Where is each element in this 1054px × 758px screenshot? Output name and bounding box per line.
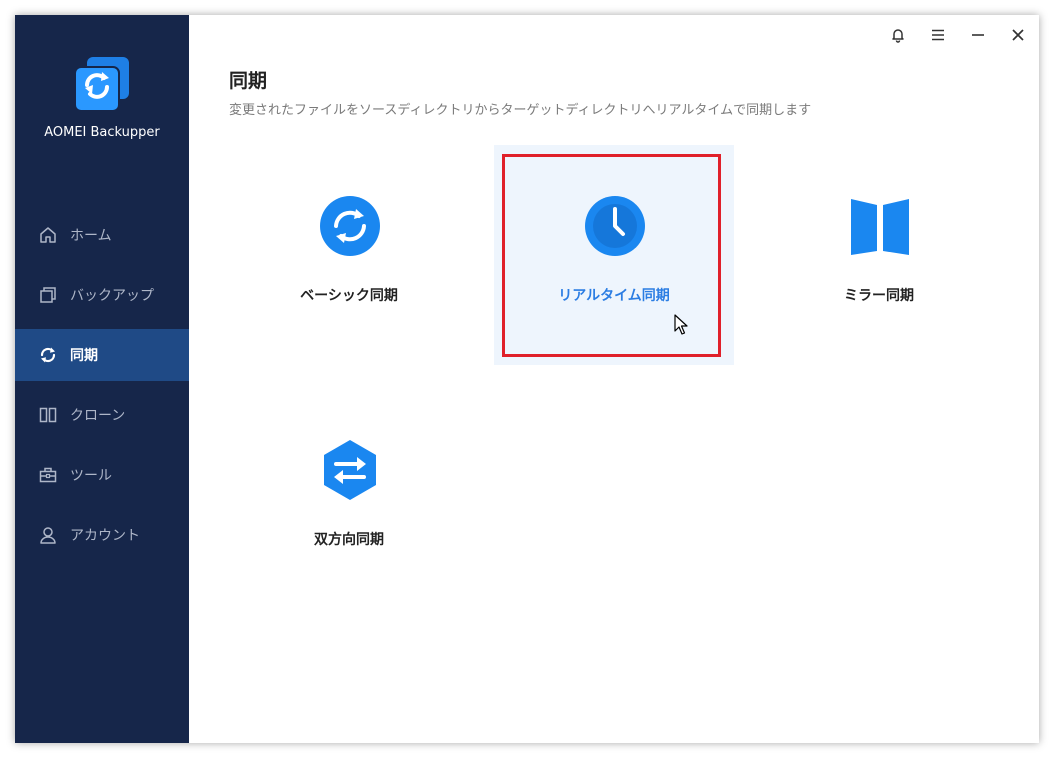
menu-button[interactable] [924, 23, 952, 47]
page-subtitle: 変更されたファイルをソースディレクトリからターゲットディレクトリへリアルタイムで… [229, 103, 812, 118]
sidebar-item-account[interactable]: アカウント [15, 509, 189, 561]
app-window: AOMEI Backupper ホーム バックアップ 同期 クローン ツール ア… [15, 15, 1039, 743]
menu-icon [932, 29, 944, 41]
sync-icon [38, 345, 58, 365]
home-icon [38, 225, 58, 245]
tools-icon [38, 465, 58, 485]
sidebar-item-label: バックアップ [70, 288, 154, 304]
sidebar-item-label: 同期 [70, 348, 98, 364]
option-label: ベーシック同期 [300, 288, 398, 304]
basic-sync-icon [320, 196, 380, 256]
sidebar-item-sync[interactable]: 同期 [15, 329, 189, 381]
option-label: ミラー同期 [844, 288, 914, 304]
bell-icon [892, 29, 904, 43]
option-label: 双方向同期 [314, 532, 384, 548]
app-logo-icon [74, 57, 129, 112]
sidebar: AOMEI Backupper ホーム バックアップ 同期 クローン ツール ア… [15, 15, 189, 743]
minimize-button[interactable] [964, 23, 992, 47]
close-icon [1012, 29, 1024, 41]
minimize-icon [972, 34, 984, 36]
mirror-sync-option[interactable]: ミラー同期 [759, 155, 999, 355]
sidebar-item-home[interactable]: ホーム [15, 209, 189, 261]
clone-icon [38, 405, 58, 425]
sidebar-item-tools[interactable]: ツール [15, 449, 189, 501]
basic-sync-option[interactable]: ベーシック同期 [229, 155, 469, 355]
sidebar-item-label: ホーム [70, 228, 112, 244]
backup-icon [38, 285, 58, 305]
sidebar-item-label: アカウント [70, 528, 140, 544]
sidebar-item-clone[interactable]: クローン [15, 389, 189, 441]
page-title: 同期 [229, 70, 268, 92]
sidebar-item-backup[interactable]: バックアップ [15, 269, 189, 321]
app-name: AOMEI Backupper [44, 125, 160, 140]
sidebar-item-label: クローン [70, 408, 126, 424]
two-way-sync-option[interactable]: 双方向同期 [229, 399, 469, 599]
mirror-sync-icon [851, 199, 909, 255]
mouse-cursor-icon [674, 314, 688, 335]
sidebar-item-label: ツール [70, 468, 112, 484]
account-icon [38, 525, 58, 545]
close-button[interactable] [1004, 23, 1032, 47]
two-way-sync-icon [324, 440, 376, 500]
notification-button[interactable] [884, 23, 912, 47]
